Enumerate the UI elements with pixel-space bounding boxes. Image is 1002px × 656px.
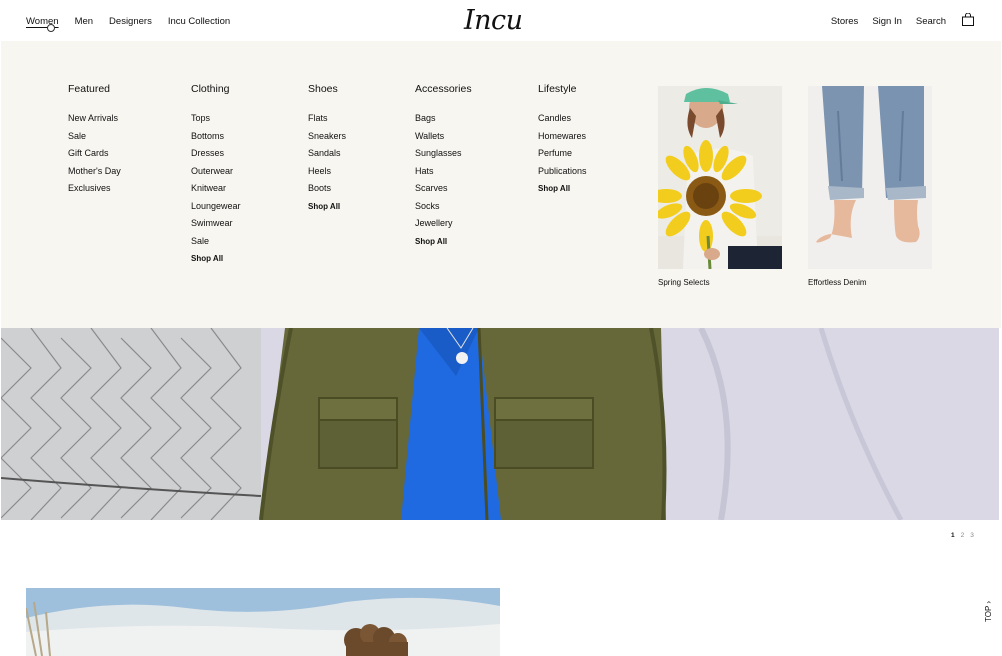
pager-dot[interactable]: 1 bbox=[951, 532, 955, 539]
menu-link[interactable]: Outerwear bbox=[191, 163, 241, 181]
nav-sign-in[interactable]: Sign In bbox=[872, 16, 902, 27]
menu-link[interactable]: Heels bbox=[308, 163, 346, 181]
feature-image[interactable] bbox=[26, 588, 500, 656]
hero-banner[interactable] bbox=[1, 328, 999, 520]
promo-image[interactable] bbox=[658, 86, 782, 269]
menu-link[interactable]: Sandals bbox=[308, 145, 346, 163]
menu-link[interactable]: Socks bbox=[415, 198, 472, 216]
menu-link[interactable]: Sneakers bbox=[308, 128, 346, 146]
chevron-up-icon: › bbox=[984, 600, 993, 604]
menu-link[interactable]: Perfume bbox=[538, 145, 587, 163]
nav-men[interactable]: Men bbox=[75, 16, 93, 27]
promo-caption[interactable]: Effortless Denim bbox=[808, 278, 932, 287]
menu-heading[interactable]: Shoes bbox=[308, 83, 346, 95]
promo-image[interactable] bbox=[808, 86, 932, 269]
menu-link[interactable]: Flats bbox=[308, 110, 346, 128]
nav-incu-collection[interactable]: Incu Collection bbox=[168, 16, 230, 27]
top-label[interactable]: TOP bbox=[984, 606, 993, 622]
menu-link[interactable]: Bags bbox=[415, 110, 472, 128]
sky-photo bbox=[26, 588, 500, 656]
shopping-bag-icon[interactable] bbox=[962, 13, 974, 26]
menu-heading[interactable]: Accessories bbox=[415, 83, 472, 95]
promo-effortless-denim[interactable]: Effortless Denim bbox=[808, 86, 932, 287]
site-logo[interactable]: Incu bbox=[464, 5, 523, 36]
pager-dot[interactable]: 2 bbox=[961, 532, 965, 539]
mega-menu: Featured New Arrivals Sale Gift Cards Mo… bbox=[1, 41, 1001, 328]
shop-all-link[interactable]: Shop All bbox=[538, 180, 587, 198]
menu-link[interactable]: Wallets bbox=[415, 128, 472, 146]
menu-column-featured: Featured New Arrivals Sale Gift Cards Mo… bbox=[68, 83, 121, 198]
menu-link[interactable]: Publications bbox=[538, 163, 587, 181]
menu-link[interactable]: Scarves bbox=[415, 180, 472, 198]
menu-heading[interactable]: Lifestyle bbox=[538, 83, 587, 95]
sunflower-photo bbox=[658, 86, 782, 269]
menu-column-clothing: Clothing Tops Bottoms Dresses Outerwear … bbox=[191, 83, 241, 268]
menu-link[interactable]: Sunglasses bbox=[415, 145, 472, 163]
site-header: Women Men Designers Incu Collection Incu… bbox=[0, 0, 1002, 41]
menu-heading[interactable]: Featured bbox=[68, 83, 121, 95]
nav-search[interactable]: Search bbox=[916, 16, 946, 27]
hero-photo bbox=[1, 328, 999, 520]
shop-all-link[interactable]: Shop All bbox=[191, 250, 241, 268]
shop-all-link[interactable]: Shop All bbox=[308, 198, 346, 216]
menu-heading[interactable]: Clothing bbox=[191, 83, 241, 95]
back-to-top-link[interactable]: TOP › bbox=[984, 601, 993, 622]
menu-link[interactable]: Sale bbox=[191, 233, 241, 251]
shop-all-link[interactable]: Shop All bbox=[415, 233, 472, 251]
promo-spring-selects[interactable]: Spring Selects bbox=[658, 86, 782, 287]
menu-link[interactable]: Bottoms bbox=[191, 128, 241, 146]
carousel-pager: 1 2 3 bbox=[951, 532, 974, 539]
menu-link[interactable]: Mother's Day bbox=[68, 163, 121, 181]
nav-stores[interactable]: Stores bbox=[831, 16, 858, 27]
cursor-icon bbox=[47, 24, 55, 32]
primary-nav: Women Men Designers Incu Collection bbox=[26, 16, 230, 27]
pager-dot[interactable]: 3 bbox=[970, 532, 974, 539]
menu-link[interactable]: Candles bbox=[538, 110, 587, 128]
menu-link[interactable]: Sale bbox=[68, 128, 121, 146]
menu-link[interactable]: Dresses bbox=[191, 145, 241, 163]
menu-link[interactable]: Tops bbox=[191, 110, 241, 128]
utility-nav: Stores Sign In Search bbox=[831, 16, 946, 27]
denim-photo bbox=[808, 86, 932, 269]
menu-link[interactable]: Hats bbox=[415, 163, 472, 181]
menu-column-accessories: Accessories Bags Wallets Sunglasses Hats… bbox=[415, 83, 472, 250]
menu-link[interactable]: New Arrivals bbox=[68, 110, 121, 128]
menu-link[interactable]: Jewellery bbox=[415, 215, 472, 233]
menu-link[interactable]: Exclusives bbox=[68, 180, 121, 198]
menu-column-shoes: Shoes Flats Sneakers Sandals Heels Boots… bbox=[308, 83, 346, 215]
menu-link[interactable]: Swimwear bbox=[191, 215, 241, 233]
menu-link[interactable]: Loungewear bbox=[191, 198, 241, 216]
menu-link[interactable]: Gift Cards bbox=[68, 145, 121, 163]
promo-caption[interactable]: Spring Selects bbox=[658, 278, 782, 287]
menu-link[interactable]: Homewares bbox=[538, 128, 587, 146]
menu-link[interactable]: Boots bbox=[308, 180, 346, 198]
menu-link[interactable]: Knitwear bbox=[191, 180, 241, 198]
nav-designers[interactable]: Designers bbox=[109, 16, 152, 27]
menu-column-lifestyle: Lifestyle Candles Homewares Perfume Publ… bbox=[538, 83, 587, 198]
